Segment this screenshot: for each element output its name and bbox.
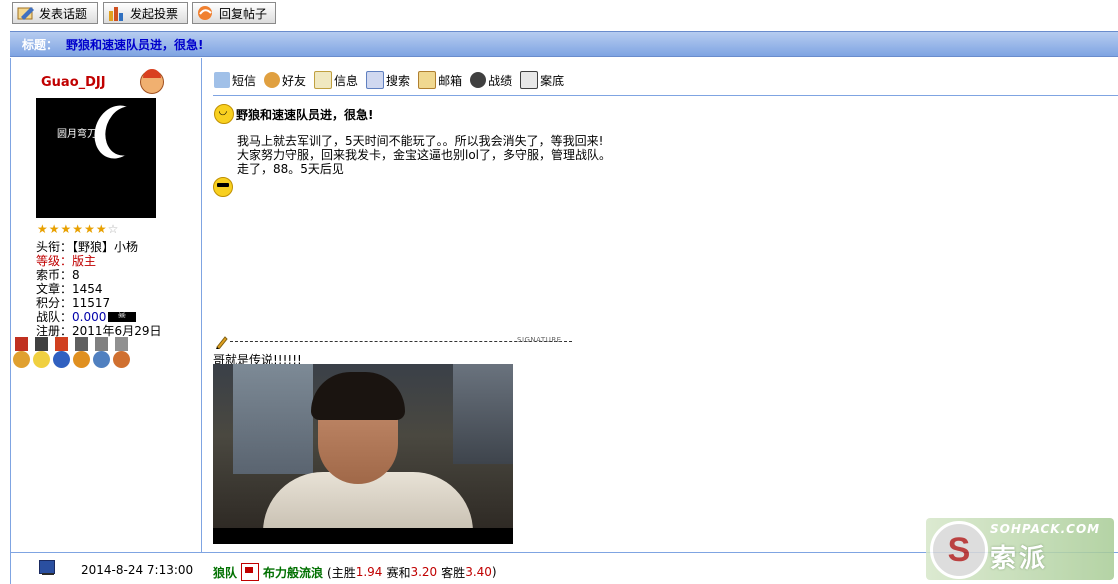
star-empty-icon: ☆ (107, 222, 119, 236)
away-win-odds: 3.40 (465, 565, 492, 579)
pirate-flag-icon (108, 309, 137, 323)
medal-icon[interactable] (72, 337, 91, 372)
ip-computer-icon[interactable] (39, 560, 55, 575)
post-line: 大家努力守服，回来我发卡，金宝这逼也别lol了，多守服，管理战队。 (237, 148, 612, 162)
team-home[interactable]: 狼队 (213, 564, 237, 581)
author-title-row: 头衔：【野狼】小杨 (36, 240, 139, 254)
new-topic-label: 发表话题 (39, 6, 88, 21)
author-info: 头衔：【野狼】小杨 等级：版主 索币：8 文章：1454 积分：11517 战队… (36, 240, 161, 338)
mail-icon (418, 71, 437, 89)
friends-icon (264, 72, 281, 88)
medal-icon[interactable] (112, 337, 131, 372)
author-points-row: 积分：11517 (36, 296, 111, 310)
pencil-icon (215, 335, 229, 350)
tool-history[interactable]: 案底 (520, 71, 564, 89)
new-poll-button[interactable]: 发起投票 (103, 2, 188, 24)
new-poll-label: 发起投票 (130, 6, 179, 21)
post-date: 2014-8-24 7:13:00 (81, 563, 194, 577)
tool-message[interactable]: 短信 (214, 71, 256, 89)
watermark-brand: 索派 (990, 544, 1049, 574)
medal-row (12, 337, 131, 372)
star-icon: ★ (48, 222, 60, 236)
medal-icon[interactable] (52, 337, 71, 372)
author-joined-row: 注册：2011年6月29日 (36, 324, 162, 338)
match-odds: 狼队 布力般流浪 (主胜 1.94 赛和 3.20 客胜 3.40 ) (213, 563, 497, 581)
team-away[interactable]: 布力般流浪 (263, 564, 323, 581)
signature-label: SIGNATURE (517, 336, 562, 344)
thread-title-bar: 标题： 野狼和速速队员进，很急! (10, 31, 1118, 57)
crescent-moon-icon (99, 101, 154, 162)
avatar: 圆月弯刀 (36, 98, 156, 218)
smile-icon (214, 104, 234, 124)
author-level-row: 等级：版主 (36, 254, 97, 268)
tool-friend[interactable]: 好友 (264, 71, 306, 89)
tool-record[interactable]: 战绩 (470, 71, 512, 89)
home-win-odds: 1.94 (355, 565, 383, 579)
post-line: 走了，88。5天后见 (237, 162, 344, 176)
watermark-url: SOHPACK.COM (990, 522, 1101, 536)
monitor-icon (520, 71, 539, 89)
match-flag-icon (241, 563, 260, 581)
signature-image (213, 364, 513, 544)
avatar-caption: 圆月弯刀 (57, 129, 97, 140)
post-toolbar: 发表话题 发起投票 回复帖子 (0, 0, 1118, 30)
author-team-row: 战队：0.000 (36, 309, 161, 324)
poll-chart-icon (107, 5, 127, 21)
reply-label: 回复帖子 (219, 6, 268, 21)
edit-icon (16, 5, 36, 21)
post-tools: 短信 好友 信息 搜索 邮箱 战绩 案底 (214, 71, 564, 89)
site-watermark: S SOHPACK.COM 索派 (926, 518, 1114, 580)
star-icon: ★ (37, 222, 48, 236)
fighter-icon (470, 72, 487, 88)
new-topic-button[interactable]: 发表话题 (12, 2, 98, 24)
thread-title: 野狼和速速队员进，很急! (66, 37, 204, 52)
rank-stars: ★ ★ ★ ★ ★ ★ ☆ (37, 222, 118, 236)
gender-face-icon (140, 69, 164, 94)
tool-info[interactable]: 信息 (314, 71, 358, 89)
author-coins-row: 索币：8 (36, 268, 80, 282)
star-icon: ★ (60, 222, 72, 236)
author-posts-row: 文章：1454 (36, 282, 103, 296)
tool-search[interactable]: 搜索 (366, 71, 410, 89)
search-icon (366, 71, 385, 89)
title-label: 标题： (22, 37, 59, 52)
post-title-text: 野狼和速速队员进，很急! (236, 107, 374, 122)
post-line: 我马上就去军训了，5天时间不能玩了。。所以我会消失了，等我回来! (237, 134, 604, 148)
cool-smiley-icon (213, 177, 233, 197)
tool-mail[interactable]: 邮箱 (418, 71, 462, 89)
reply-icon (196, 5, 216, 21)
post-title: 野狼和速速队员进，很急! (214, 104, 373, 124)
medal-icon[interactable] (92, 337, 111, 372)
site-logo-icon: S (930, 521, 988, 579)
medal-icon[interactable] (32, 337, 51, 372)
post-body: 我马上就去军训了，5天时间不能玩了。。所以我会消失了，等我回来! 大家努力守服，… (237, 134, 611, 176)
message-icon (214, 72, 230, 88)
star-icon: ★ (72, 222, 84, 236)
author-name[interactable]: Guao_DJJ (41, 75, 106, 90)
star-icon: ★ (95, 222, 107, 236)
reply-button[interactable]: 回复帖子 (192, 2, 276, 24)
info-icon (314, 71, 333, 89)
medal-icon[interactable] (12, 337, 31, 372)
draw-odds: 3.20 (410, 565, 438, 579)
star-icon: ★ (84, 222, 95, 236)
tools-divider (213, 95, 1118, 96)
